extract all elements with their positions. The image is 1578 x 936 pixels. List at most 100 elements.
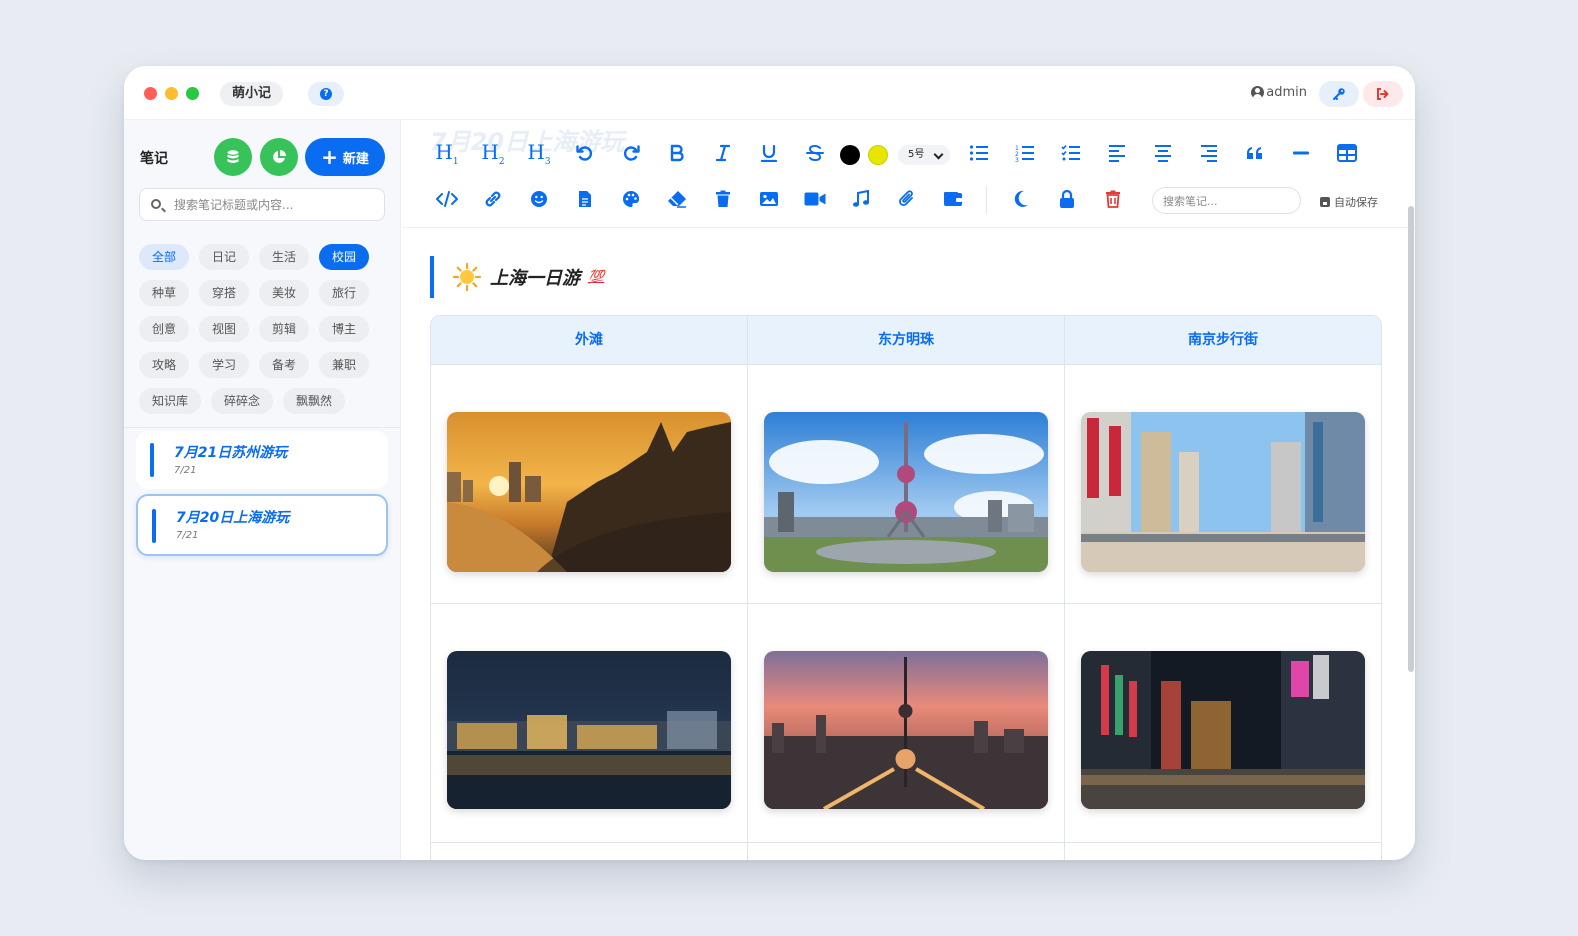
- tag-chip[interactable]: 剪辑: [259, 316, 310, 342]
- bund-night-photo[interactable]: [447, 651, 731, 809]
- underline-button[interactable]: [754, 138, 784, 168]
- oriental-pearl-day-photo[interactable]: [764, 412, 1048, 572]
- table-cell[interactable]: [748, 604, 1065, 842]
- table-cell[interactable]: [431, 604, 748, 842]
- code-button[interactable]: [432, 184, 462, 214]
- dark-mode-button[interactable]: [1006, 184, 1036, 214]
- trash-alt-icon: [1106, 190, 1120, 208]
- new-note-button[interactable]: + 新建: [305, 138, 385, 176]
- quote-button[interactable]: [1240, 138, 1270, 168]
- heading-3-button[interactable]: H3: [524, 138, 554, 168]
- heading-1-button[interactable]: H1: [432, 138, 462, 168]
- bullet-list-button[interactable]: [964, 138, 994, 168]
- redo-button[interactable]: [616, 138, 646, 168]
- font-size-select[interactable]: 5号: [898, 145, 950, 165]
- delete-button[interactable]: [708, 184, 738, 214]
- italic-button[interactable]: [708, 138, 738, 168]
- wallet-button[interactable]: [938, 184, 968, 214]
- strikethrough-button[interactable]: [800, 138, 830, 168]
- table-cell[interactable]: [1065, 604, 1381, 842]
- tag-chip[interactable]: 旅行: [319, 280, 370, 306]
- eraser-button[interactable]: [662, 184, 692, 214]
- palette-button[interactable]: [616, 184, 646, 214]
- tag-chip[interactable]: 种草: [139, 280, 190, 306]
- photo-table[interactable]: 外滩 东方明珠 南京步行街: [430, 315, 1382, 860]
- highlight-color-picker[interactable]: [868, 145, 888, 165]
- delete-note-button[interactable]: [1098, 184, 1128, 214]
- bold-button[interactable]: [662, 138, 692, 168]
- database-button[interactable]: [214, 138, 252, 176]
- tag-chip[interactable]: 备考: [259, 352, 310, 378]
- table-cell[interactable]: [748, 365, 1065, 603]
- tag-chip[interactable]: 博主: [319, 316, 370, 342]
- table-cell[interactable]: [431, 843, 748, 860]
- align-center-icon: [1155, 145, 1171, 162]
- emoji-button[interactable]: [524, 184, 554, 214]
- tag-chip[interactable]: 碎碎念: [211, 388, 274, 414]
- video-button[interactable]: [800, 184, 830, 214]
- tag-chip[interactable]: 飘飘然: [283, 388, 346, 414]
- tag-chip[interactable]: 校园: [319, 244, 370, 270]
- table-cell[interactable]: [748, 843, 1065, 860]
- nanjing-road-night-photo[interactable]: [1081, 651, 1365, 809]
- editor-scrollbar[interactable]: [1408, 206, 1414, 672]
- user-account[interactable]: admin: [1251, 85, 1307, 100]
- image-button[interactable]: [754, 184, 784, 214]
- align-left-button[interactable]: [1102, 138, 1132, 168]
- horizontal-rule-button[interactable]: [1286, 138, 1316, 168]
- tag-chip[interactable]: 视图: [199, 316, 250, 342]
- sidebar-divider: [124, 427, 400, 428]
- paperclip-icon: [899, 190, 913, 206]
- change-password-button[interactable]: [1319, 81, 1359, 107]
- tag-chip[interactable]: 生活: [259, 244, 310, 270]
- document-heading[interactable]: 上海一日游 💯: [430, 256, 604, 298]
- toolbar-search: [1152, 187, 1301, 214]
- tag-chip[interactable]: 日记: [199, 244, 250, 270]
- tag-chip[interactable]: 全部: [139, 244, 190, 270]
- table-cell[interactable]: [431, 365, 748, 603]
- table-header-row: 外滩 东方明珠 南京步行街: [431, 316, 1381, 365]
- link-button[interactable]: [478, 184, 508, 214]
- heading-2-button[interactable]: H2: [478, 138, 508, 168]
- ordered-list-button[interactable]: 123: [1010, 138, 1040, 168]
- new-note-label: 新建: [342, 151, 369, 167]
- table-cell[interactable]: [1065, 365, 1381, 603]
- toolbar-search-input[interactable]: [1163, 193, 1293, 209]
- tag-chip[interactable]: 攻略: [139, 352, 190, 378]
- text-color-picker[interactable]: [840, 145, 860, 165]
- align-right-button[interactable]: [1194, 138, 1224, 168]
- bund-sunset-photo[interactable]: [447, 412, 731, 572]
- table-header-cell[interactable]: 外滩: [431, 316, 748, 364]
- table-header-cell[interactable]: 东方明珠: [748, 316, 1065, 364]
- tag-chip[interactable]: 知识库: [139, 388, 202, 414]
- minimize-window-button[interactable]: [165, 87, 178, 100]
- lock-note-button[interactable]: [1052, 184, 1082, 214]
- note-search-input[interactable]: [174, 195, 374, 215]
- table-header-cell[interactable]: 南京步行街: [1065, 316, 1381, 364]
- statistics-button[interactable]: [260, 138, 298, 176]
- tag-chip[interactable]: 创意: [139, 316, 190, 342]
- tag-chip[interactable]: 学习: [199, 352, 250, 378]
- oriental-pearl-sunset-photo[interactable]: [764, 651, 1048, 809]
- close-window-button[interactable]: [144, 87, 157, 100]
- file-button[interactable]: [570, 184, 600, 214]
- table-cell[interactable]: [1065, 843, 1381, 860]
- note-list-item[interactable]: 7月21日苏州游玩 7/21: [136, 431, 388, 489]
- tag-chip[interactable]: 穿搭: [199, 280, 250, 306]
- undo-button[interactable]: [570, 138, 600, 168]
- autosave-label: 自动保存: [1334, 196, 1378, 209]
- note-list-item-selected[interactable]: 7月20日上海游玩 7/21: [136, 494, 388, 556]
- autosave-status[interactable]: 自动保存: [1320, 194, 1378, 210]
- tag-chip[interactable]: 美妆: [259, 280, 310, 306]
- align-center-button[interactable]: [1148, 138, 1178, 168]
- nanjing-road-day-photo[interactable]: [1081, 412, 1365, 572]
- attachment-button[interactable]: [892, 184, 922, 214]
- music-button[interactable]: [846, 184, 876, 214]
- task-list-button[interactable]: [1056, 138, 1086, 168]
- help-button[interactable]: ?: [308, 82, 344, 106]
- logout-button[interactable]: [1363, 81, 1403, 107]
- table-button[interactable]: [1332, 138, 1362, 168]
- maximize-window-button[interactable]: [186, 87, 199, 100]
- tag-chip[interactable]: 兼职: [319, 352, 370, 378]
- checklist-icon: [1061, 144, 1080, 161]
